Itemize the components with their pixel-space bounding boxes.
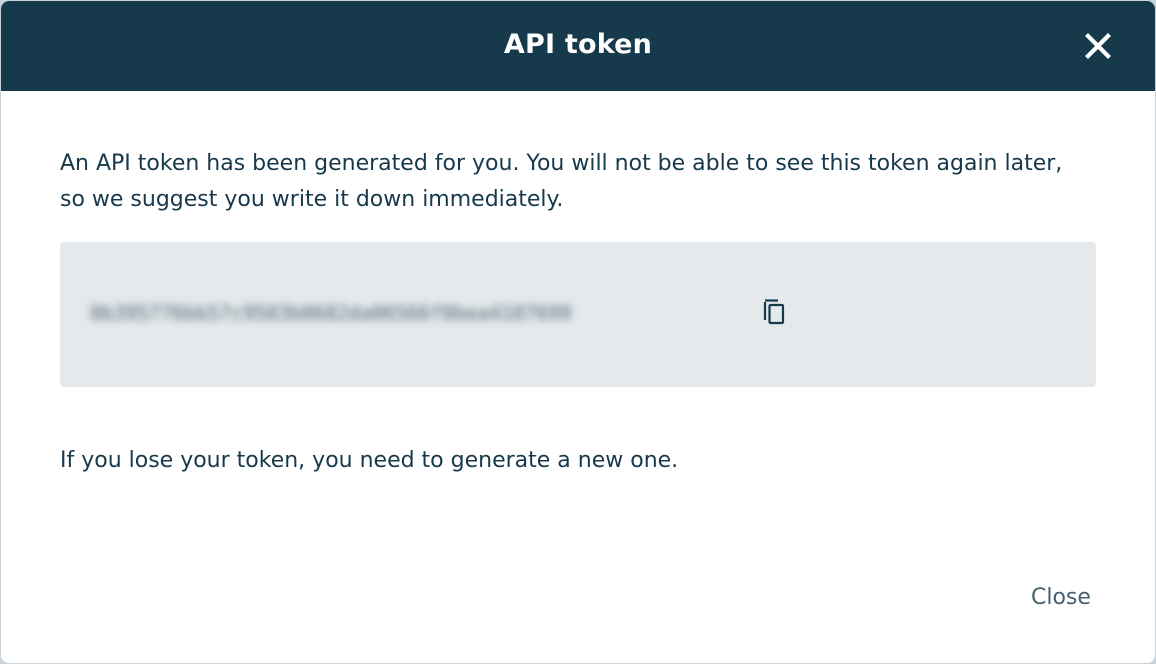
- token-loss-note: If you lose your token, you need to gene…: [60, 448, 679, 473]
- close-button[interactable]: Close: [1031, 581, 1091, 615]
- close-icon[interactable]: [1081, 29, 1115, 63]
- token-container: 0b395776bb57c9503b0682da06566f0bea410769…: [60, 242, 1096, 387]
- dialog-title: API token: [503, 29, 653, 60]
- copy-icon[interactable]: [762, 297, 788, 327]
- dialog-header: API token: [1, 1, 1155, 91]
- api-token-dialog: API token An API token has been generate…: [1, 1, 1155, 663]
- intro-message: An API token has been generated for you.…: [60, 151, 1063, 212]
- api-token-value[interactable]: 0b395776bb57c9503b0682da06566f0bea410769…: [90, 298, 572, 328]
